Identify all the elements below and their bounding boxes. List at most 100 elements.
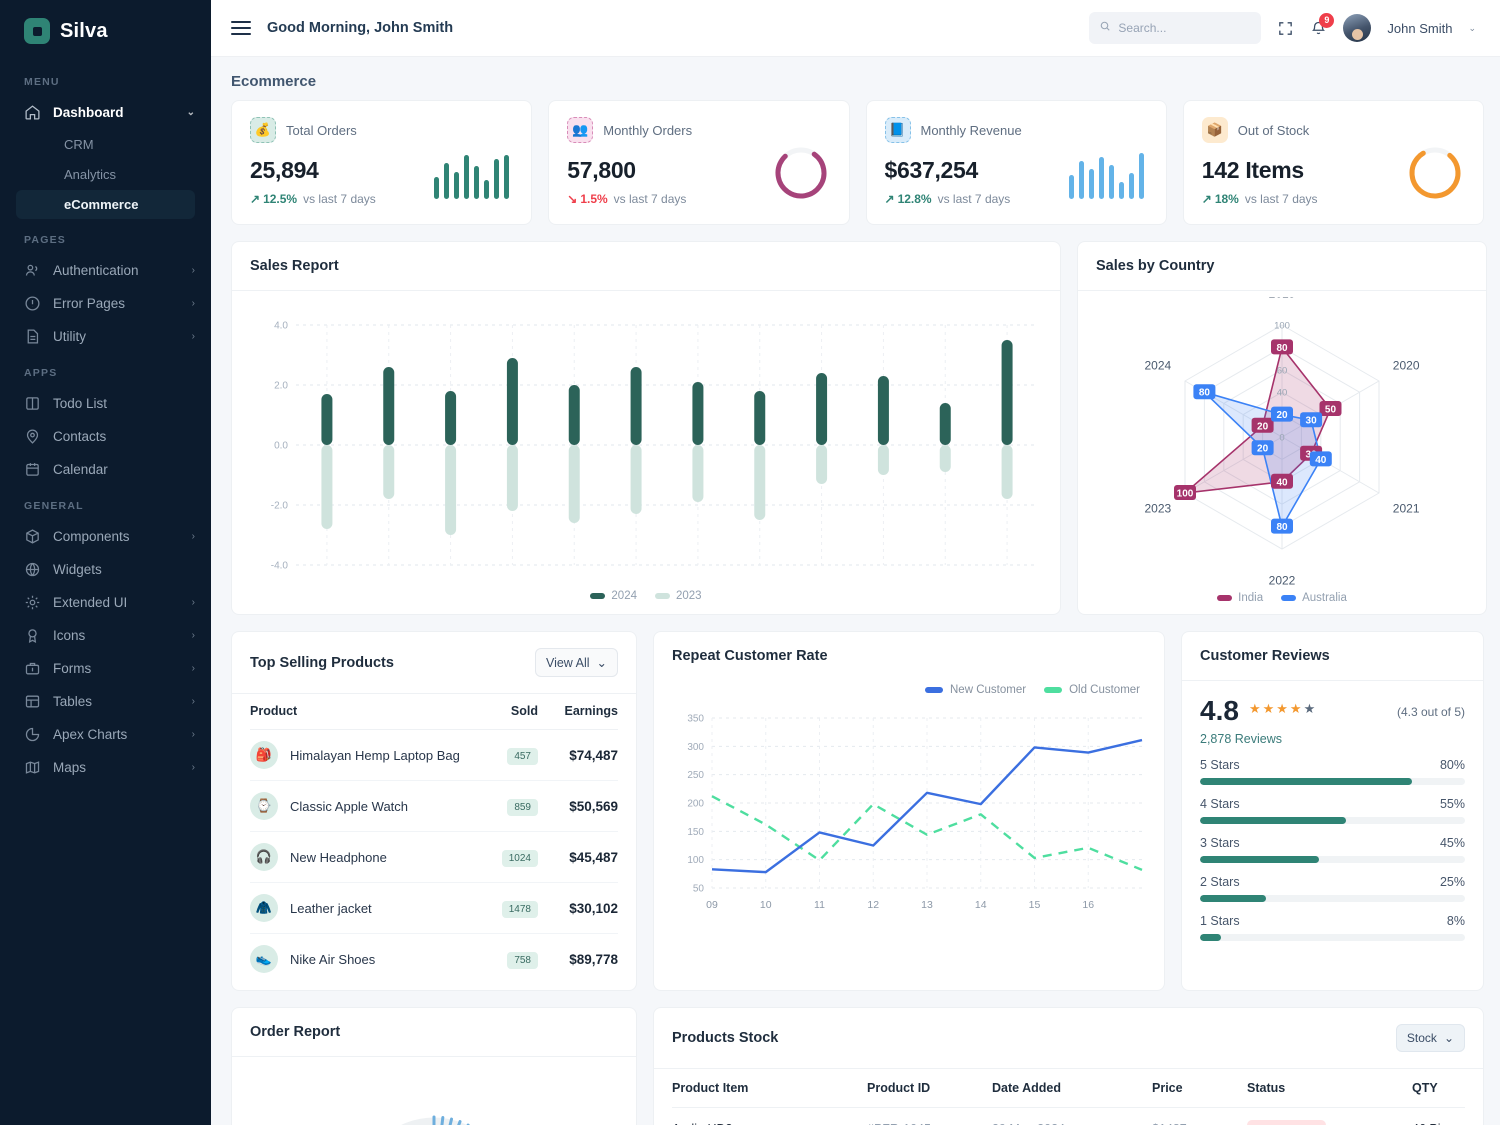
col-price: Price: [1152, 1069, 1247, 1108]
card-title: Repeat Customer Rate: [672, 648, 828, 664]
svg-text:60: 60: [1277, 365, 1288, 376]
sidebar-item-utility[interactable]: Utility ›: [0, 320, 211, 353]
sidebar-item-label: Todo List: [53, 396, 108, 411]
sidebar-item-label: Icons: [53, 628, 86, 643]
svg-text:100: 100: [687, 855, 704, 866]
svg-text:4.0: 4.0: [274, 321, 288, 332]
review-score: 4.8: [1200, 695, 1239, 726]
review-count[interactable]: 2,878 Reviews: [1200, 732, 1465, 746]
view-all-button[interactable]: View All ⌄: [534, 648, 618, 677]
sold-badge: 758: [507, 951, 538, 969]
product-name: Himalayan Hemp Laptop Bag: [290, 747, 460, 763]
review-star-label: 4 Stars: [1200, 797, 1240, 811]
card-title: Sales by Country: [1096, 258, 1215, 274]
stat-vs: vs last 7 days: [613, 192, 687, 206]
star-rating: ★ ★ ★ ★ ★: [1249, 701, 1315, 717]
table-row[interactable]: Audio HD3 #PFR-1045 29 Mar, 2024 $1487 O…: [672, 1107, 1465, 1125]
earnings-value: $89,778: [569, 951, 618, 967]
chevron-right-icon: ›: [191, 729, 195, 740]
svg-text:2023: 2023: [1144, 502, 1171, 516]
sidebar-item-crm[interactable]: CRM: [16, 130, 195, 159]
search-icon: [1099, 19, 1111, 37]
review-out-of: (4.3 out of 5): [1396, 705, 1465, 719]
sidebar-item-dashboard[interactable]: Dashboard ⌄: [0, 96, 211, 129]
col-sold: Sold: [468, 694, 538, 730]
legend-2024: 2024: [590, 590, 637, 602]
chevron-down-icon[interactable]: ⌄: [1468, 23, 1476, 34]
table-row[interactable]: 🧥 Leather jacket 1478 $30,102: [250, 882, 618, 934]
sidebar-item-forms[interactable]: Forms ›: [0, 652, 211, 685]
topbar-right: 9 John Smith ⌄: [1089, 12, 1476, 44]
sales-report-card: Sales Report -4.0 -2.0 0.0 2.0 4.0 2024 …: [231, 241, 1061, 615]
sales-bar-svg: -4.0-2.00.02.04.0 JanFebMarAprMayJunJuly…: [271, 321, 1038, 590]
table-row[interactable]: 👟 Nike Air Shoes 758 $89,778: [250, 934, 618, 985]
legend-label: 2024: [611, 590, 637, 602]
stat-card-monthly-orders: 👥 Monthly Orders 57,800 ↘ 1.5% vs last 7…: [548, 100, 850, 225]
svg-text:250: 250: [687, 770, 704, 781]
svg-text:2021: 2021: [1393, 502, 1420, 516]
stat-card-total-orders: 💰 Total Orders 25,894 ↗ 12.5% vs last 7 …: [231, 100, 533, 225]
sidebar-item-analytics[interactable]: Analytics: [16, 160, 195, 189]
sidebar-item-icons[interactable]: Icons ›: [0, 619, 211, 652]
reviews-top: 4.8 ★ ★ ★ ★ ★ (4.3 out of 5): [1200, 697, 1465, 725]
box-icon: 📦: [1201, 117, 1228, 143]
review-row: 3 Stars 45%: [1200, 836, 1465, 850]
product-name: New Headphone: [290, 849, 387, 865]
col-product: Product: [250, 694, 468, 730]
svg-text:100: 100: [1177, 489, 1194, 500]
sidebar-item-widgets[interactable]: Widgets: [0, 553, 211, 586]
stat-head: 💰 Total Orders: [250, 117, 513, 143]
briefcase-icon: [24, 660, 41, 677]
review-row: 2 Stars 25%: [1200, 875, 1465, 889]
sidebar-item-maps[interactable]: Maps ›: [0, 751, 211, 784]
stat-head: 📦 Out of Stock: [1201, 117, 1465, 143]
search-input[interactable]: [1118, 21, 1252, 35]
sidebar-item-authentication[interactable]: Authentication ›: [0, 254, 211, 287]
bottom-row: Order Report 67% Products Stock: [231, 1007, 1484, 1125]
sidebar-item-todo-list[interactable]: Todo List: [0, 387, 211, 420]
pie-chart-icon: [24, 726, 41, 743]
sidebar-item-label: Utility: [53, 329, 86, 344]
brand[interactable]: Silva: [0, 0, 211, 62]
sidebar-item-components[interactable]: Components ›: [0, 520, 211, 553]
products-stock-card: Products Stock Stock ⌄ Product Item Prod…: [653, 1007, 1484, 1125]
product-name: Classic Apple Watch: [290, 798, 409, 814]
notifications-button[interactable]: 9: [1310, 12, 1335, 37]
table-row[interactable]: 🎒 Himalayan Hemp Laptop Bag 457 $74,487: [250, 729, 618, 781]
sidebar-item-label: Components: [53, 529, 130, 544]
fullscreen-button[interactable]: [1277, 20, 1294, 37]
sold-badge: 859: [507, 798, 538, 816]
table-row[interactable]: 🎧 New Headphone 1024 $45,487: [250, 831, 618, 883]
card-head: Sales by Country: [1078, 242, 1486, 291]
svg-text:0.0: 0.0: [274, 441, 288, 452]
sidebar-item-extended-ui[interactable]: Extended UI ›: [0, 586, 211, 619]
sold-badge: 1478: [501, 900, 538, 918]
col-date-added: Date Added: [992, 1069, 1152, 1108]
sidebar-item-calendar[interactable]: Calendar: [0, 453, 211, 486]
table-row[interactable]: ⌚ Classic Apple Watch 859 $50,569: [250, 780, 618, 832]
sparkline-bars: [1068, 153, 1144, 199]
sidebar-item-error-pages[interactable]: Error Pages ›: [0, 287, 211, 320]
watch-icon: ⌚: [250, 792, 278, 820]
search-box[interactable]: [1089, 12, 1262, 44]
stat-card-row: 💰 Total Orders 25,894 ↗ 12.5% vs last 7 …: [231, 100, 1484, 225]
sidebar-item-tables[interactable]: Tables ›: [0, 685, 211, 718]
svg-text:15: 15: [1029, 899, 1041, 911]
earnings-value: $74,487: [538, 729, 618, 781]
stock-filter-dropdown[interactable]: Stock ⌄: [1395, 1024, 1465, 1052]
sidebar-item-label: Extended UI: [53, 595, 128, 610]
topbar: Good Morning, John Smith 9 John Smith ⌄: [211, 0, 1500, 57]
svg-text:80: 80: [1276, 343, 1288, 354]
star-icon: ★: [1289, 701, 1302, 716]
alert-circle-icon: [24, 295, 41, 312]
sidebar-item-apex-charts[interactable]: Apex Charts ›: [0, 718, 211, 751]
svg-text:10: 10: [760, 899, 772, 911]
avatar[interactable]: [1343, 14, 1372, 42]
card-title: Sales Report: [250, 258, 339, 274]
sidebar-item-label: Widgets: [53, 562, 102, 577]
order-gauge: 67%: [232, 1057, 636, 1125]
svg-text:50: 50: [693, 884, 705, 895]
sidebar-item-contacts[interactable]: Contacts: [0, 420, 211, 453]
menu-toggle-icon[interactable]: [231, 21, 251, 35]
sidebar-item-ecommerce[interactable]: eCommerce: [16, 190, 195, 219]
